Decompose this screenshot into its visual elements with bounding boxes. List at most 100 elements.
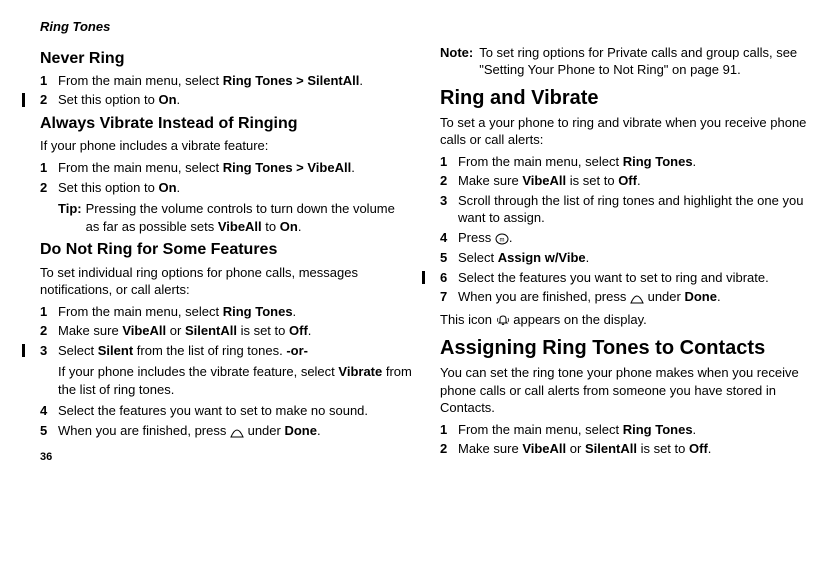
text: Press (458, 230, 495, 245)
list-number: 2 (440, 440, 458, 458)
text: . (637, 173, 641, 188)
text: . (298, 219, 302, 234)
list-number: 1 (440, 153, 458, 171)
list-item: 1 From the main menu, select Ring Tones … (40, 72, 412, 90)
list-item: 7 When you are finished, press under Don… (440, 288, 812, 306)
list-number: 2 (40, 179, 58, 197)
bold: Ring Tones > VibeAll (223, 160, 351, 175)
text: is set to (237, 323, 289, 338)
do-not-ring-list-cont: 4 Select the features you want to set to… (40, 402, 412, 440)
text: is set to (637, 441, 689, 456)
text: . (717, 289, 721, 304)
list-item: 5 When you are finished, press under Don… (40, 422, 412, 440)
text: . (509, 230, 513, 245)
right-column: Note: To set ring options for Private ca… (440, 44, 812, 466)
text: under (244, 423, 284, 438)
text: . (177, 180, 181, 195)
list-body: Select the features you want to set to r… (458, 269, 812, 287)
bold: Vibrate (338, 364, 382, 379)
list-item: 4 Press m. (440, 229, 812, 247)
list-number: 4 (40, 402, 58, 420)
note: Note: To set ring options for Private ca… (440, 44, 812, 79)
text: . (708, 441, 712, 456)
tip-label: Tip: (58, 200, 82, 235)
bold: VibeAll (522, 173, 566, 188)
list-body: From the main menu, select Ring Tones. (458, 421, 812, 439)
bold: On (158, 180, 176, 195)
list-item: 2 Set this option to On. (40, 91, 412, 109)
list-number: 4 (440, 229, 458, 247)
list-body: Set this option to On. (58, 91, 412, 109)
list-body: Make sure VibeAll or SilentAll is set to… (58, 322, 412, 340)
list-item: 1 From the main menu, select Ring Tones. (440, 153, 812, 171)
heading-do-not-ring: Do Not Ring for Some Features (40, 241, 412, 259)
text: From the main menu, select (458, 154, 623, 169)
text: When you are finished, press (458, 289, 630, 304)
list-number: 3 (440, 192, 458, 227)
text: From the main menu, select (58, 304, 223, 319)
tip: Tip: Pressing the volume controls to tur… (58, 200, 412, 235)
list-number: 1 (40, 72, 58, 90)
paragraph: You can set the ring tone your phone mak… (440, 364, 812, 417)
list-item: 1 From the main menu, select Ring Tones … (40, 159, 412, 177)
text: . (317, 423, 321, 438)
list-number: 3 (40, 342, 58, 360)
text: from the list of ring tones. (133, 343, 286, 358)
list-number: 7 (440, 288, 458, 306)
assign-list: 1 From the main menu, select Ring Tones.… (440, 421, 812, 458)
bold: Silent (98, 343, 133, 358)
list-body: When you are finished, press under Done. (458, 288, 812, 306)
text: or (566, 441, 585, 456)
text: or (166, 323, 185, 338)
list-body: When you are finished, press under Done. (58, 422, 412, 440)
text: Make sure (458, 441, 522, 456)
bold: VibeAll (218, 219, 262, 234)
list-body: From the main menu, select Ring Tones > … (58, 72, 412, 90)
text: When you are finished, press (58, 423, 230, 438)
bold: Off (689, 441, 708, 456)
text: Make sure (58, 323, 122, 338)
text: appears on the display. (510, 312, 647, 327)
bold: Off (618, 173, 637, 188)
text: . (693, 154, 697, 169)
heading-ring-and-vibrate: Ring and Vibrate (440, 87, 812, 110)
ring-vibrate-list: 1 From the main menu, select Ring Tones.… (440, 153, 812, 307)
page-number: 36 (40, 450, 412, 465)
text: Make sure (458, 173, 522, 188)
softkey-a-icon (630, 289, 644, 307)
text: under (644, 289, 684, 304)
heading-assigning-ring-tones: Assigning Ring Tones to Contacts (440, 337, 812, 360)
bold: Ring Tones (623, 422, 693, 437)
bold: VibeAll (522, 441, 566, 456)
bold: VibeAll (122, 323, 166, 338)
list-body: Make sure VibeAll or SilentAll is set to… (458, 440, 812, 458)
list-item: 5 Select Assign w/Vibe. (440, 249, 812, 267)
bold: SilentAll (185, 323, 237, 338)
paragraph: To set a your phone to ring and vibrate … (440, 114, 812, 149)
list-number: 5 (40, 422, 58, 440)
bold: SilentAll (585, 441, 637, 456)
text: If your phone includes the vibrate featu… (58, 364, 338, 379)
list-body: From the main menu, select Ring Tones. (58, 303, 412, 321)
list-body: Scroll through the list of ring tones an… (458, 192, 812, 227)
list-body: Make sure VibeAll is set to Off. (458, 172, 812, 190)
menu-key-icon: m (495, 230, 509, 248)
list-number: 1 (440, 421, 458, 439)
bold: On (158, 92, 176, 107)
text: . (693, 422, 697, 437)
sub-paragraph: If your phone includes the vibrate featu… (58, 363, 412, 398)
list-number: 6 (440, 269, 458, 287)
page-header: Ring Tones (40, 18, 812, 36)
text: . (586, 250, 590, 265)
bold: On (280, 219, 298, 234)
paragraph: If your phone includes a vibrate feature… (40, 137, 412, 155)
list-number: 1 (40, 303, 58, 321)
list-body: Select the features you want to set to m… (58, 402, 412, 420)
note-body: To set ring options for Private calls an… (477, 44, 812, 79)
list-body: Press m. (458, 229, 812, 247)
list-item: 1 From the main menu, select Ring Tones. (440, 421, 812, 439)
text: . (308, 323, 312, 338)
list-item: 6 Select the features you want to set to… (440, 269, 812, 287)
text: . (293, 304, 297, 319)
list-number: 2 (40, 91, 58, 109)
